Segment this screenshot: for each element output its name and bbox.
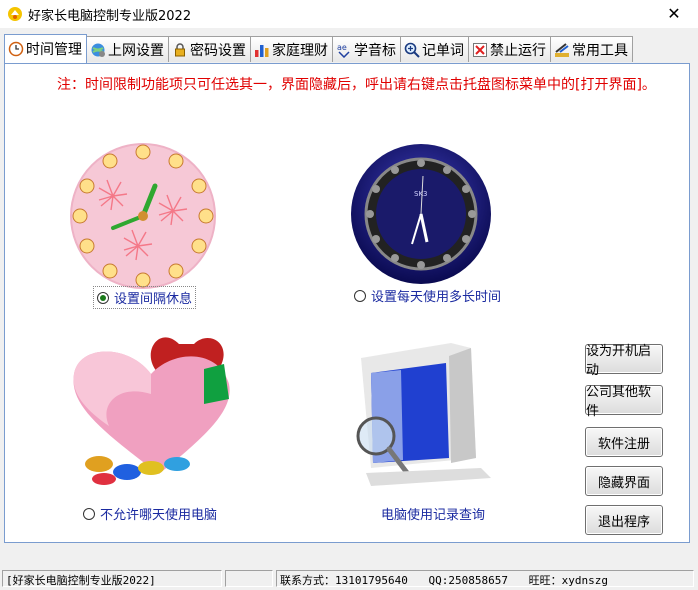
usage-record-link[interactable]: 电脑使用记录查询 xyxy=(381,504,485,523)
tab-bar: 时间管理 上网设置 密码设置 家庭理财 ae 学音标 记单词 禁止运行 常用工具 xyxy=(4,34,633,64)
hide-interface-button[interactable]: 隐藏界面 xyxy=(585,466,663,496)
status-app-name: [好家长电脑控制专业版2022] xyxy=(2,570,222,587)
tab-label: 常用工具 xyxy=(572,42,628,59)
globe-icon xyxy=(91,43,105,57)
tab-label: 家庭理财 xyxy=(272,42,328,59)
option-label: 设置每天使用多长时间 xyxy=(371,290,502,305)
option-interval-rest[interactable]: 设置间隔休息 xyxy=(93,286,197,309)
tab-common-tools[interactable]: 常用工具 xyxy=(550,36,633,62)
status-blank xyxy=(225,570,273,587)
phonetics-icon: ae xyxy=(337,43,350,58)
option-block-days[interactable]: 不允许哪天使用电脑 xyxy=(83,504,217,523)
option-daily-duration[interactable]: 设置每天使用多长时间 xyxy=(354,286,501,305)
tab-label: 禁止运行 xyxy=(490,42,546,59)
status-bar: [好家长电脑控制专业版2022] 联系方式：13101795640 QQ:250… xyxy=(0,568,698,590)
hearts-candy-image xyxy=(73,337,230,485)
close-button[interactable]: ✕ xyxy=(656,1,692,25)
tab-block-programs[interactable]: 禁止运行 xyxy=(468,36,551,62)
contact-qq: QQ:250858657 xyxy=(428,574,508,587)
lock-icon xyxy=(175,42,185,56)
tab-label: 上网设置 xyxy=(108,42,164,59)
time-management-panel: 注：时间限制功能项只可任选其一，界面隐藏后，呼出请右键点击托盘图标菜单中的[打开… xyxy=(4,63,690,543)
contact-phone: 联系方式：13101795640 xyxy=(280,574,408,587)
option-label: 设置间隔休息 xyxy=(114,292,193,307)
tab-internet-settings[interactable]: 上网设置 xyxy=(86,36,169,62)
bar-chart-icon xyxy=(255,44,269,57)
magnifier-icon xyxy=(404,42,420,58)
tab-time-management[interactable]: 时间管理 xyxy=(4,34,87,63)
tab-label: 记单词 xyxy=(422,42,464,59)
cartoon-clock-image xyxy=(70,143,216,289)
tab-label: 学音标 xyxy=(354,42,396,59)
title-bar: 好家长电脑控制专业版2022 ✕ xyxy=(0,0,698,28)
window-body: 时间管理 上网设置 密码设置 家庭理财 ae 学音标 记单词 禁止运行 常用工具 xyxy=(0,28,698,568)
record-query-image xyxy=(356,343,491,486)
app-logo-icon xyxy=(8,7,22,21)
tab-label: 时间管理 xyxy=(26,42,82,58)
exit-button[interactable]: 退出程序 xyxy=(585,505,663,535)
svg-text:ae: ae xyxy=(337,43,347,52)
tab-learn-phonetics[interactable]: ae 学音标 xyxy=(332,36,401,62)
window-title: 好家长电脑控制专业版2022 xyxy=(28,9,192,24)
other-software-button[interactable]: 公司其他软件 xyxy=(585,385,663,419)
tab-password-settings[interactable]: 密码设置 xyxy=(168,36,251,62)
block-icon xyxy=(473,42,487,57)
tab-family-finance[interactable]: 家庭理财 xyxy=(250,36,333,62)
tools-icon xyxy=(555,42,569,57)
dark-blue-clock-image: SK3 xyxy=(315,116,525,311)
tab-memorize-words[interactable]: 记单词 xyxy=(400,36,469,62)
option-label: 不允许哪天使用电脑 xyxy=(100,508,218,523)
clock-brand-label: SK3 xyxy=(414,190,428,198)
status-contact: 联系方式：13101795640 QQ:250858657 旺旺：xydnszg xyxy=(276,570,694,587)
radio-selected[interactable] xyxy=(97,291,109,304)
tab-label: 密码设置 xyxy=(190,42,246,59)
radio-unselected[interactable] xyxy=(83,507,95,520)
radio-unselected[interactable] xyxy=(354,289,366,302)
register-button[interactable]: 软件注册 xyxy=(585,427,663,457)
notice-text: 注：时间限制功能项只可任选其一，界面隐藏后，呼出请右键点击托盘图标菜单中的[打开… xyxy=(57,77,656,93)
autostart-button[interactable]: 设为开机启动 xyxy=(585,344,663,378)
clock-icon xyxy=(8,41,24,57)
contact-wangwang: 旺旺：xydnszg xyxy=(528,574,608,587)
